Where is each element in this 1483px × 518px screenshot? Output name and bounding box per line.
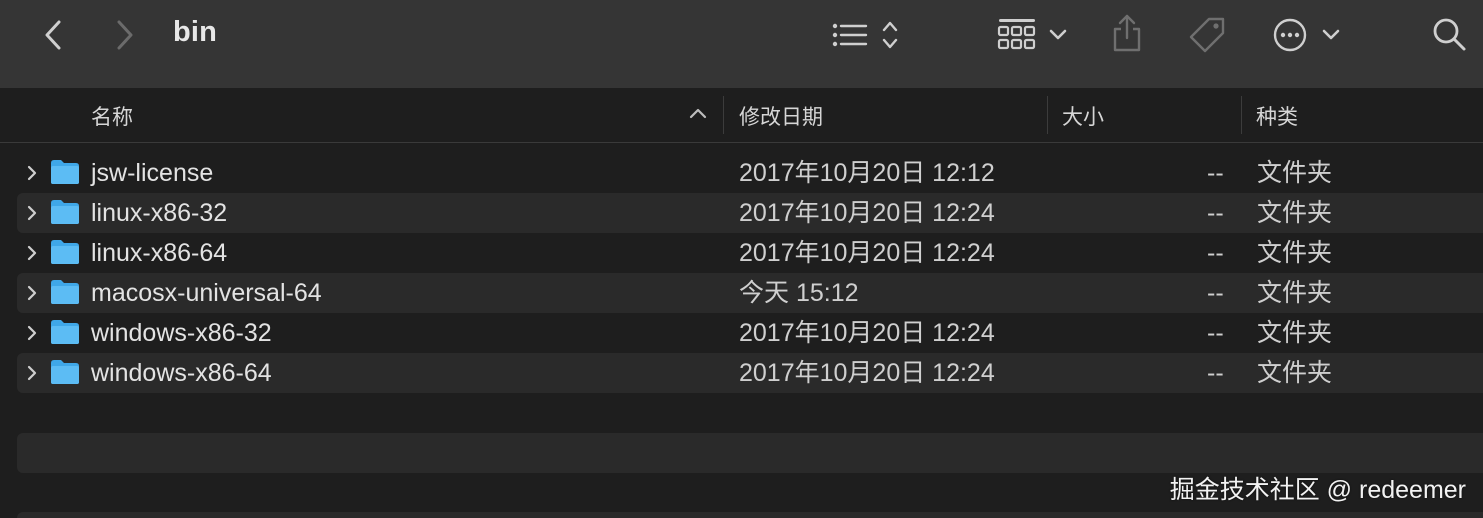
file-row[interactable]: jsw-license 2017年10月20日 12:12 -- 文件夹 <box>17 153 1483 193</box>
folder-icon <box>51 160 79 184</box>
forward-button[interactable] <box>110 18 140 52</box>
disclosure-triangle-icon[interactable] <box>25 244 39 262</box>
file-kind: 文件夹 <box>1257 239 1333 267</box>
file-name: linux-x86-32 <box>91 199 228 227</box>
file-kind: 文件夹 <box>1257 359 1333 387</box>
file-kind: 文件夹 <box>1257 199 1333 227</box>
file-size: -- <box>1207 359 1224 387</box>
file-date: 2017年10月20日 12:24 <box>739 359 995 387</box>
file-row[interactable]: windows-x86-64 2017年10月20日 12:24 -- 文件夹 <box>17 353 1483 393</box>
finder-window: bin 名称 修改日期 大小 种类 jsw-license 2017年10月20… <box>0 0 1483 518</box>
file-kind: 文件夹 <box>1257 159 1333 187</box>
column-header-date[interactable]: 修改日期 <box>739 101 823 131</box>
disclosure-triangle-icon[interactable] <box>25 204 39 222</box>
column-divider[interactable] <box>723 96 724 134</box>
file-kind: 文件夹 <box>1257 279 1333 307</box>
column-divider[interactable] <box>1241 96 1242 134</box>
chevron-left-icon <box>45 20 61 50</box>
column-header-name[interactable]: 名称 <box>91 101 133 131</box>
file-date: 2017年10月20日 12:24 <box>739 239 995 267</box>
file-name: jsw-license <box>91 159 214 187</box>
empty-row <box>17 433 1483 473</box>
tag-icon <box>1189 17 1225 53</box>
list-view-icon <box>832 21 898 49</box>
tag-button[interactable] <box>1186 14 1228 56</box>
more-actions-button[interactable] <box>1272 16 1344 54</box>
file-date: 2017年10月20日 12:24 <box>739 319 995 347</box>
file-row[interactable]: macosx-universal-64 今天 15:12 -- 文件夹 <box>17 273 1483 313</box>
column-header-kind[interactable]: 种类 <box>1256 101 1298 131</box>
file-kind: 文件夹 <box>1257 319 1333 347</box>
file-size: -- <box>1207 319 1224 347</box>
column-divider[interactable] <box>1047 96 1048 134</box>
group-button[interactable] <box>997 16 1069 54</box>
empty-row <box>17 512 1483 518</box>
search-button[interactable] <box>1430 15 1470 55</box>
file-row[interactable]: linux-x86-32 2017年10月20日 12:24 -- 文件夹 <box>17 193 1483 233</box>
chevron-right-icon <box>117 20 133 50</box>
folder-icon <box>51 240 79 264</box>
file-date: 2017年10月20日 12:24 <box>739 199 995 227</box>
file-row[interactable]: windows-x86-32 2017年10月20日 12:24 -- 文件夹 <box>17 313 1483 353</box>
share-button[interactable] <box>1110 12 1144 54</box>
disclosure-triangle-icon[interactable] <box>25 164 39 182</box>
folder-icon <box>51 320 79 344</box>
file-name: windows-x86-32 <box>91 319 272 347</box>
file-list: jsw-license 2017年10月20日 12:12 -- 文件夹 lin… <box>17 153 1483 393</box>
file-date: 2017年10月20日 12:12 <box>739 159 995 187</box>
file-size: -- <box>1207 239 1224 267</box>
search-icon <box>1433 18 1466 51</box>
back-button[interactable] <box>38 18 68 52</box>
ellipsis-circle-icon <box>1273 18 1340 52</box>
file-date: 今天 15:12 <box>739 279 859 307</box>
folder-icon <box>51 280 79 304</box>
view-mode-button[interactable] <box>830 18 904 52</box>
share-icon <box>1113 14 1141 52</box>
sort-ascending-icon[interactable] <box>688 106 708 125</box>
column-header-size[interactable]: 大小 <box>1062 101 1104 131</box>
folder-icon <box>51 360 79 384</box>
file-name: windows-x86-64 <box>91 359 272 387</box>
file-size: -- <box>1207 279 1224 307</box>
toolbar: bin <box>0 0 1483 89</box>
window-title: bin <box>173 16 218 48</box>
file-row[interactable]: linux-x86-64 2017年10月20日 12:24 -- 文件夹 <box>17 233 1483 273</box>
disclosure-triangle-icon[interactable] <box>25 324 39 342</box>
file-size: -- <box>1207 159 1224 187</box>
column-header-row: 名称 修改日期 大小 种类 <box>0 88 1483 143</box>
disclosure-triangle-icon[interactable] <box>25 364 39 382</box>
file-name: macosx-universal-64 <box>91 279 322 307</box>
group-grid-icon <box>997 19 1067 50</box>
watermark: 掘金技术社区 @ redeemer <box>1169 476 1466 504</box>
folder-icon <box>51 200 79 224</box>
disclosure-triangle-icon[interactable] <box>25 284 39 302</box>
file-size: -- <box>1207 199 1224 227</box>
file-name: linux-x86-64 <box>91 239 228 267</box>
